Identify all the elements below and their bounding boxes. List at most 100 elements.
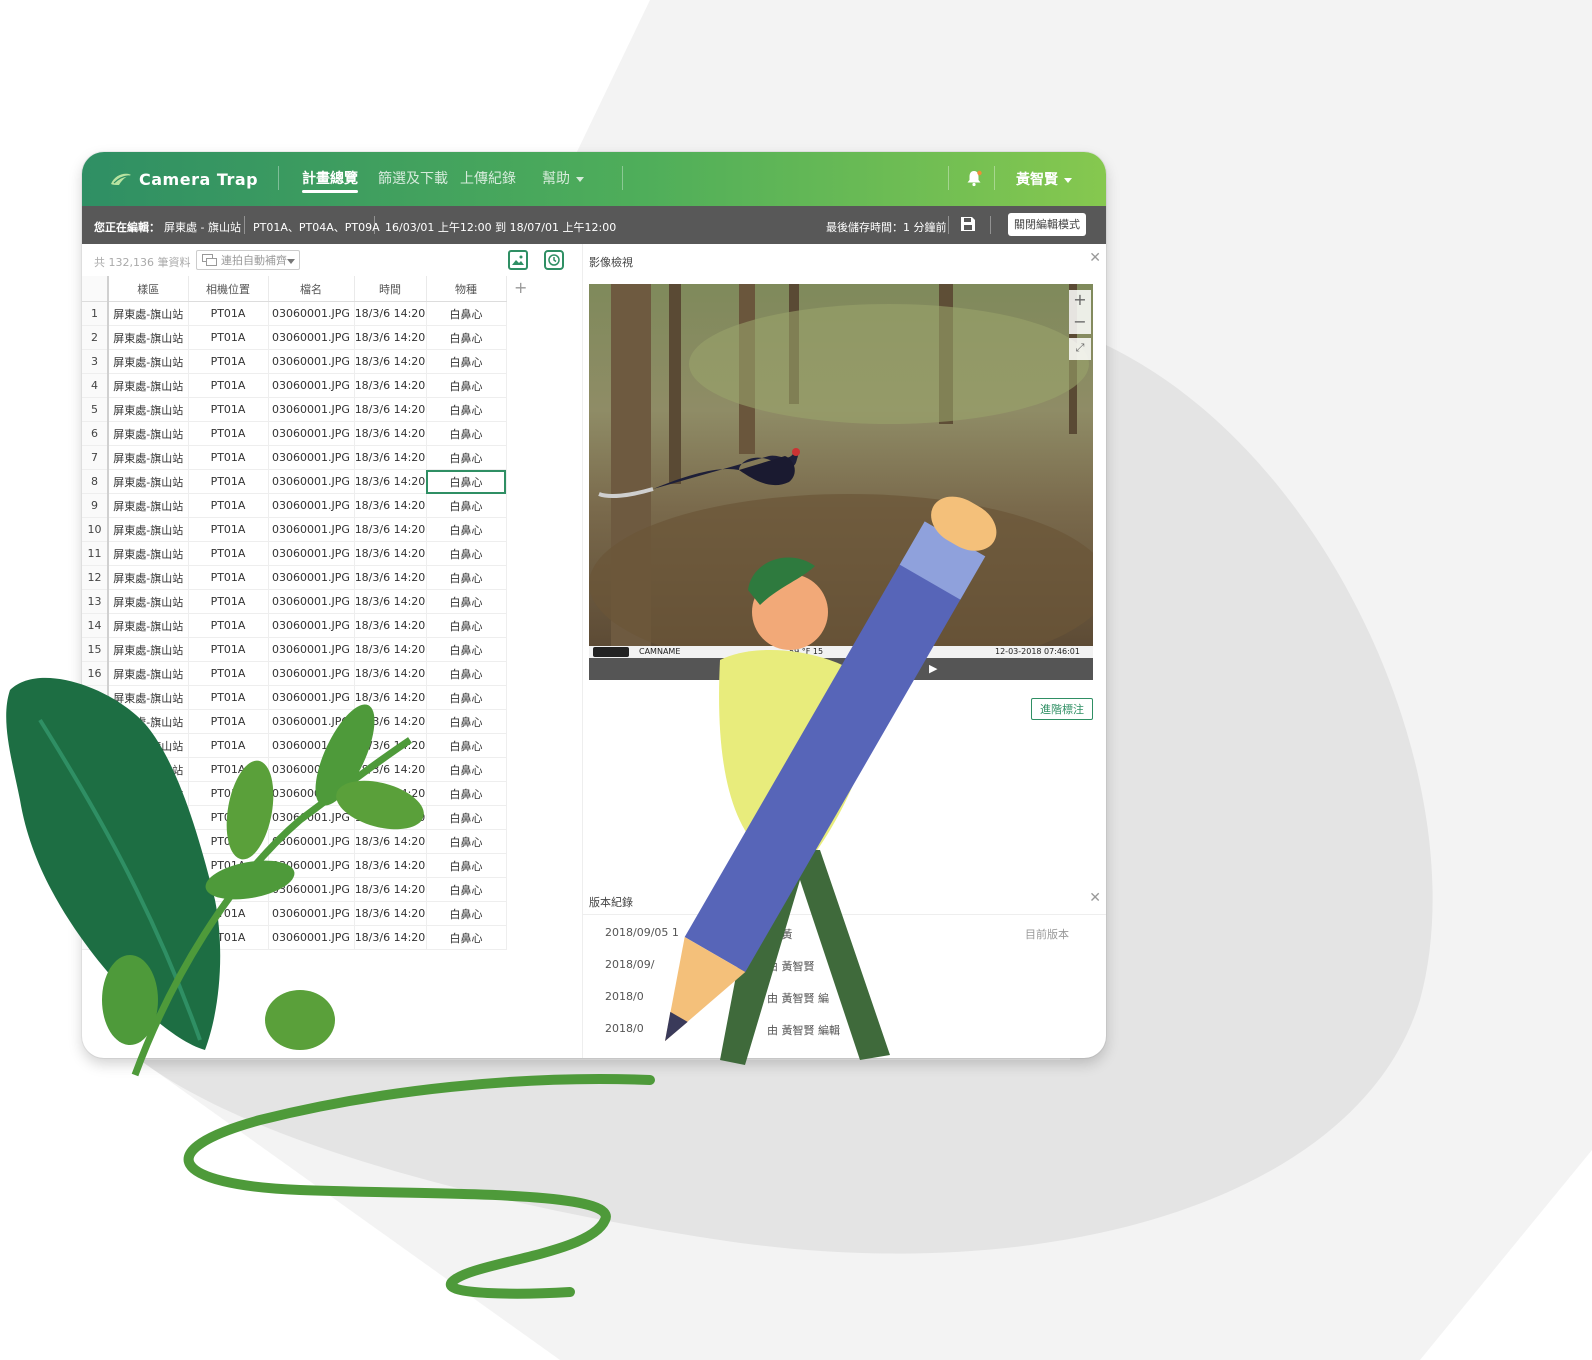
version-row[interactable]: 2018/09/05 1 由 黃 目前版本: [605, 926, 1085, 946]
cell-filename[interactable]: 03060001.JPG: [268, 661, 355, 686]
cell-area[interactable]: 屏東處-旗山站: [108, 517, 189, 542]
cell-filename[interactable]: 03060001.JPG: [268, 349, 355, 374]
cell-camera[interactable]: PT01A: [188, 325, 269, 350]
table-row[interactable]: 1 屏東處-旗山站 PT01A 03060001.JPG 18/3/6 14:20 白鼻心: [82, 301, 507, 326]
cell-species[interactable]: 白鼻心: [426, 757, 507, 782]
cell-time[interactable]: 18/3/6 14:20: [354, 637, 427, 662]
cell-area[interactable]: 屏東處-旗山站: [108, 925, 189, 950]
cell-area[interactable]: 屏東處-旗山站: [108, 877, 189, 902]
cell-time[interactable]: 18/3/6 14:20: [354, 493, 427, 518]
cell-filename[interactable]: 03060001.JPG: [268, 493, 355, 518]
cell-camera[interactable]: PT01A: [188, 637, 269, 662]
cell-area[interactable]: 屏東處-旗山站: [108, 661, 189, 686]
table-row[interactable]: 25 屏東處-旗山站 PT01A 03060001.JPG 18/3/6 14:20 白鼻…: [82, 877, 507, 902]
cell-time[interactable]: 18/3/6 14:20: [354, 661, 427, 686]
cell-species[interactable]: 白鼻心: [426, 541, 507, 566]
cell-species[interactable]: 白鼻心: [426, 637, 507, 662]
cell-filename[interactable]: 03060001.JPG: [268, 301, 355, 326]
table-row[interactable]: 14 屏東處-旗山站 PT01A 03060001.JPG 18/3/6 14:20 白鼻…: [82, 613, 507, 638]
cell-time[interactable]: 18/3/6 14:20: [354, 709, 427, 734]
cell-area[interactable]: 屏東處-旗山站: [108, 613, 189, 638]
cell-area[interactable]: 屏東處-旗山站: [108, 829, 189, 854]
cell-area[interactable]: 屏東處-旗山站: [108, 373, 189, 398]
brand-logo[interactable]: Camera Trap: [110, 167, 258, 191]
cell-species[interactable]: 白鼻心: [426, 565, 507, 590]
cell-species[interactable]: 白鼻心: [426, 589, 507, 614]
cell-area[interactable]: 屏東處-旗山站: [108, 493, 189, 518]
table-row[interactable]: 6 屏東處-旗山站 PT01A 03060001.JPG 18/3/6 14:20 白鼻心: [82, 421, 507, 446]
save-icon[interactable]: [960, 216, 976, 232]
cell-species[interactable]: 白鼻心: [426, 373, 507, 398]
cell-time[interactable]: 18/3/6 14:20: [354, 397, 427, 422]
cell-time[interactable]: 18/3/6 14:20: [354, 469, 427, 494]
cell-area[interactable]: 屏東處-旗山站: [108, 541, 189, 566]
column-header-filename[interactable]: 檔名: [268, 276, 355, 302]
cell-filename[interactable]: 03060001.JPG: [268, 397, 355, 422]
table-row[interactable]: 20 屏東處-旗山站 PT01A 03060001.JPG 18/3/6 14:20 白鼻…: [82, 757, 507, 782]
cell-filename[interactable]: 03060001.JPG: [268, 541, 355, 566]
cell-filename[interactable]: 03060001.JPG: [268, 781, 355, 806]
cell-filename[interactable]: 03060001.JPG: [268, 445, 355, 470]
cell-area[interactable]: 屏東處-旗山站: [108, 421, 189, 446]
cell-species[interactable]: 白鼻心: [426, 613, 507, 638]
auto-fill-dropdown[interactable]: 連拍自動補齊: [196, 250, 300, 270]
table-row[interactable]: 2 屏東處-旗山站 PT01A 03060001.JPG 18/3/6 14:20 白鼻心: [82, 325, 507, 350]
cell-time[interactable]: 18/3/6 14:20: [354, 757, 427, 782]
cell-species[interactable]: 白鼻心: [426, 925, 507, 950]
cell-camera[interactable]: PT01A: [188, 493, 269, 518]
cell-time[interactable]: 18/3/6 14:20: [354, 517, 427, 542]
cell-species[interactable]: 白鼻心: [426, 445, 507, 470]
cell-camera[interactable]: PT01A: [188, 397, 269, 422]
cell-filename[interactable]: 03060001.JPG: [268, 469, 355, 494]
cell-filename[interactable]: 03060001.JPG: [268, 709, 355, 734]
cell-camera[interactable]: PT01A: [188, 829, 269, 854]
cell-time[interactable]: 18/3/6 14:20: [354, 325, 427, 350]
fullscreen-icon[interactable]: ⤢: [1069, 338, 1091, 360]
cell-camera[interactable]: PT01A: [188, 541, 269, 566]
cell-time[interactable]: 18/3/6 14:20: [354, 853, 427, 878]
column-header-time[interactable]: 時間: [354, 276, 427, 302]
cell-camera[interactable]: PT01A: [188, 589, 269, 614]
cell-camera[interactable]: PT01A: [188, 469, 269, 494]
table-row[interactable]: 10 屏東處-旗山站 PT01A 03060001.JPG 18/3/6 14:20 白鼻…: [82, 517, 507, 542]
cell-camera[interactable]: PT01A: [188, 781, 269, 806]
table-row[interactable]: 4 屏東處-旗山站 PT01A 03060001.JPG 18/3/6 14:20 白鼻心: [82, 373, 507, 398]
cell-species[interactable]: 白鼻心: [426, 493, 507, 518]
cell-species[interactable]: 白鼻心: [426, 685, 507, 710]
cell-filename[interactable]: 03060001.JPG: [268, 565, 355, 590]
history-icon[interactable]: [544, 250, 564, 270]
table-row[interactable]: 22 屏東處-旗山站 PT01A 03060001.JPG 18/3/6 14:20 白鼻…: [82, 805, 507, 830]
cell-species[interactable]: 白鼻心: [426, 517, 507, 542]
table-row[interactable]: 16 屏東處-旗山站 PT01A 03060001.JPG 18/3/6 14:20 白鼻…: [82, 661, 507, 686]
cell-species[interactable]: 白鼻心: [426, 805, 507, 830]
table-row[interactable]: 12 屏東處-旗山站 PT01A 03060001.JPG 18/3/6 14:20 白鼻…: [82, 565, 507, 590]
column-header-area[interactable]: 樣區: [108, 276, 189, 302]
cell-filename[interactable]: 03060001.JPG: [268, 805, 355, 830]
cell-camera[interactable]: PT01A: [188, 733, 269, 758]
cell-camera[interactable]: PT01A: [188, 901, 269, 926]
cell-area[interactable]: 屏東處-旗山站: [108, 325, 189, 350]
cell-filename[interactable]: 03060001.JPG: [268, 637, 355, 662]
cell-filename[interactable]: 03060001.JPG: [268, 925, 355, 950]
cell-area[interactable]: 屏東處-旗山站: [108, 805, 189, 830]
table-row[interactable]: 23 屏東處-旗山站 PT01A 03060001.JPG 18/3/6 14:20 白鼻…: [82, 829, 507, 854]
cell-time[interactable]: 18/3/6 14:20: [354, 349, 427, 374]
cell-species[interactable]: 白鼻心: [426, 469, 507, 494]
cell-filename[interactable]: 03060001.JPG: [268, 685, 355, 710]
cell-time[interactable]: 18/3/6 14:20: [354, 829, 427, 854]
cell-species[interactable]: 白鼻心: [426, 709, 507, 734]
cell-species[interactable]: 白鼻心: [426, 877, 507, 902]
version-row[interactable]: 2018/0 由 黃智賢 編: [605, 990, 1085, 1010]
cell-time[interactable]: 18/3/6 14:20: [354, 781, 427, 806]
cell-time[interactable]: 18/3/6 14:20: [354, 373, 427, 398]
cell-species[interactable]: 白鼻心: [426, 901, 507, 926]
cell-camera[interactable]: PT01A: [188, 301, 269, 326]
cell-time[interactable]: 18/3/6 14:20: [354, 541, 427, 566]
cell-filename[interactable]: 03060001.JPG: [268, 373, 355, 398]
cell-area[interactable]: 屏東處-旗山站: [108, 709, 189, 734]
nav-item-filter-download[interactable]: 篩選及下載: [378, 168, 448, 188]
advanced-annotation-button[interactable]: 進階標注: [1031, 698, 1093, 720]
cell-filename[interactable]: 03060001.JPG: [268, 829, 355, 854]
cell-area[interactable]: 屏東處-旗山站: [108, 757, 189, 782]
table-row[interactable]: 17 屏東處-旗山站 PT01A 03060001.JPG 18/3/6 14:20 白鼻…: [82, 685, 507, 710]
